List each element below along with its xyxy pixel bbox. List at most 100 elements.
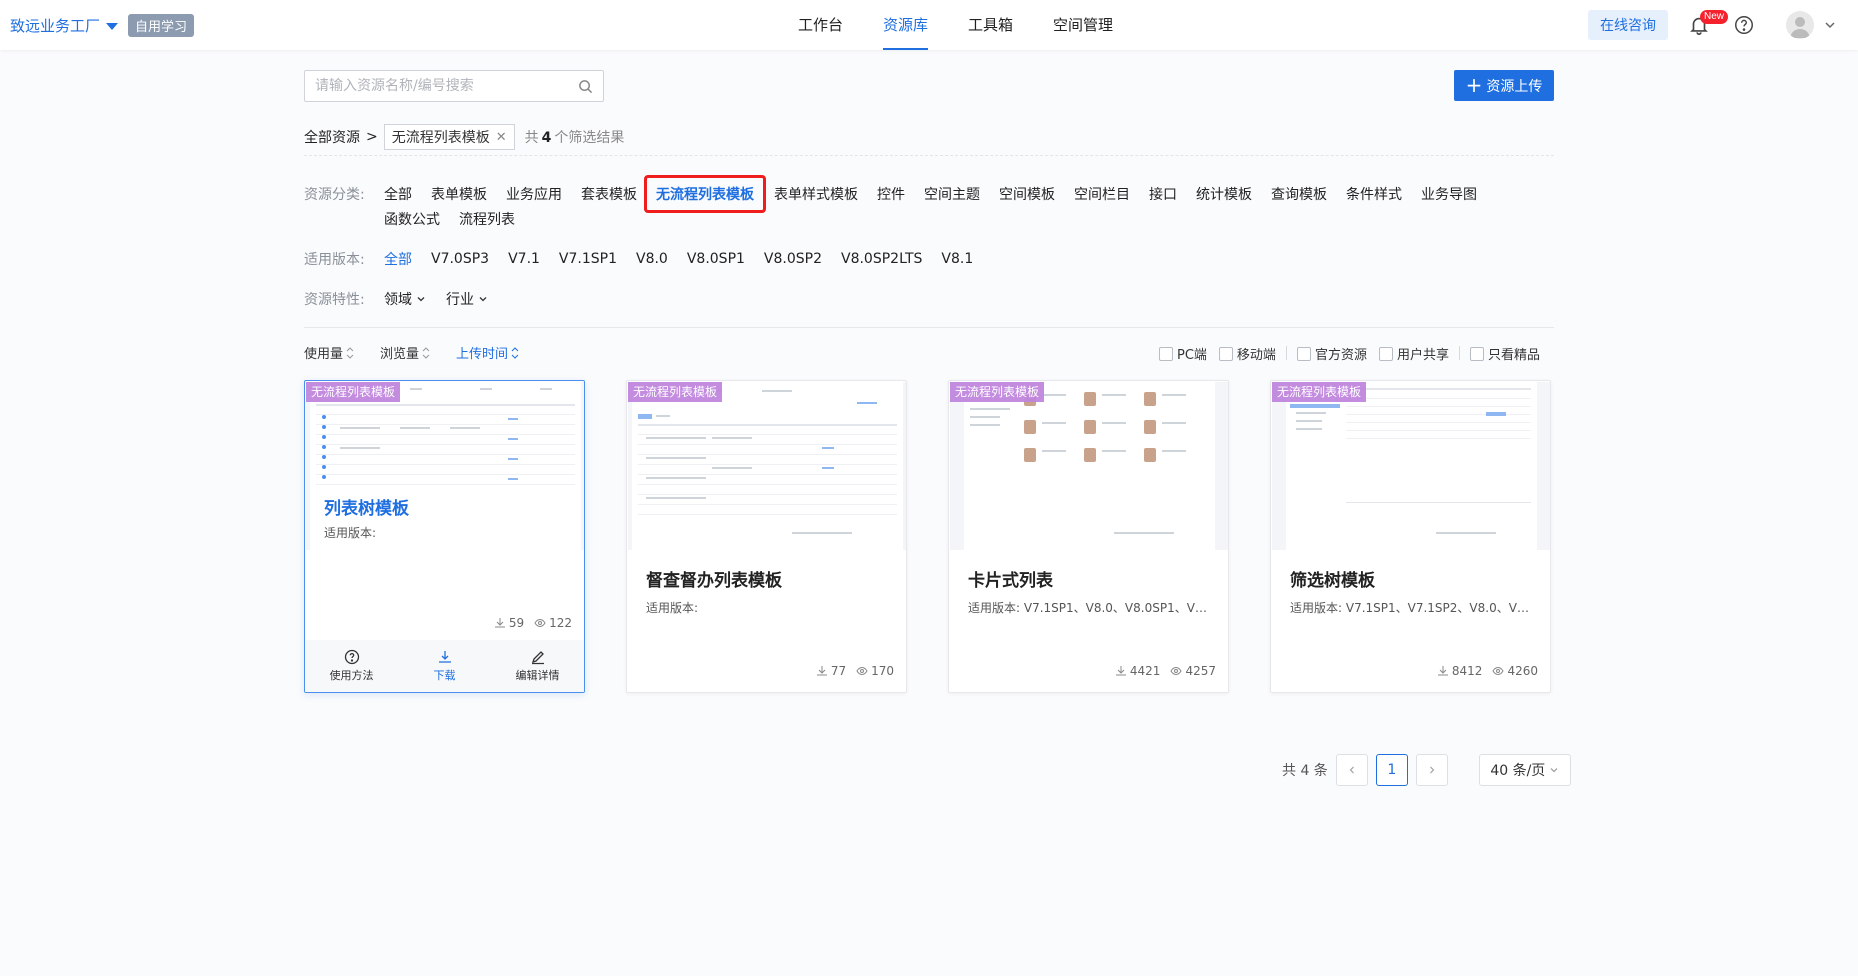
avatar[interactable]	[1786, 11, 1814, 39]
nav-toolbox[interactable]: 工具箱	[948, 0, 1033, 50]
card-title[interactable]: 列表树模板	[324, 494, 409, 519]
sort-upload-time[interactable]: 上传时间	[456, 343, 519, 362]
category-no-process-list-template[interactable]: 无流程列表模板	[644, 175, 766, 213]
help-icon[interactable]	[1733, 14, 1755, 36]
checkbox-official[interactable]: 官方资源	[1296, 344, 1367, 363]
download-button[interactable]: 下载	[398, 640, 491, 692]
download-count: 59	[494, 616, 524, 630]
main-nav: 工作台 资源库 工具箱 空间管理	[778, 0, 1133, 50]
page-button[interactable]: 1	[1375, 754, 1408, 786]
version-v80[interactable]: V8.0	[636, 251, 668, 267]
next-page-button[interactable]	[1415, 754, 1448, 786]
category-form-template[interactable]: 表单模板	[431, 184, 487, 204]
nav-space-management[interactable]: 空间管理	[1033, 0, 1133, 50]
category-space-template[interactable]: 空间模板	[999, 184, 1055, 204]
category-condition-style[interactable]: 条件样式	[1346, 184, 1402, 204]
prev-page-button[interactable]	[1335, 754, 1368, 786]
result-count-value: 4	[541, 130, 552, 146]
feature-label: 资源特性:	[304, 292, 365, 308]
view-count-value: 170	[871, 664, 894, 678]
version-v80sp2[interactable]: V8.0SP2	[764, 251, 822, 267]
checkbox[interactable]	[1218, 346, 1233, 361]
category-interface[interactable]: 接口	[1149, 184, 1177, 204]
checkbox-pc[interactable]: PC端	[1159, 344, 1207, 363]
category-control[interactable]: 控件	[877, 184, 905, 204]
divider	[1458, 346, 1460, 360]
category-stat-template[interactable]: 统计模板	[1196, 184, 1252, 204]
version-v81[interactable]: V8.1	[941, 251, 973, 267]
category-business-map[interactable]: 业务导图	[1421, 184, 1477, 204]
checkbox[interactable]	[1296, 346, 1311, 361]
resource-card[interactable]: 无流程列表模板 卡片式列表 适用版本: V7.1SP1、V8.0、V8.0SP1…	[948, 380, 1229, 693]
caret-down-icon[interactable]	[106, 23, 119, 30]
brand-switcher[interactable]: 致远业务工厂 自用学习	[10, 14, 195, 37]
version-v80sp2lts[interactable]: V8.0SP2LTS	[841, 251, 922, 267]
chevron-down-icon	[479, 297, 487, 302]
download-count: 4421	[1115, 664, 1160, 678]
version-v71sp1[interactable]: V7.1SP1	[559, 251, 617, 267]
view-count: 170	[856, 664, 894, 678]
sort-views-label: 浏览量	[380, 347, 420, 362]
filter-checkboxes: PC端 移动端 官方资源 用户共享 只看精品	[1159, 344, 1552, 363]
version-v80sp1[interactable]: V8.0SP1	[687, 251, 745, 267]
card-title[interactable]: 卡片式列表	[968, 566, 1053, 591]
category-function-formula[interactable]: 函数公式	[384, 209, 440, 229]
new-badge: New	[1700, 10, 1729, 24]
checkbox-user-shared[interactable]: 用户共享	[1378, 344, 1449, 363]
chevron-down-icon[interactable]	[1823, 18, 1837, 32]
online-consult-button[interactable]: 在线咨询	[1588, 10, 1668, 40]
resource-upload-button[interactable]: + 资源上传	[1454, 70, 1554, 101]
search-input[interactable]	[305, 71, 565, 101]
sort-usage-label: 使用量	[304, 347, 344, 362]
usage-guide-button[interactable]: 使用方法	[305, 640, 398, 692]
card-actions: 使用方法 下载 编辑详情	[305, 640, 584, 692]
feature-domain-dropdown[interactable]: 领域	[384, 289, 426, 309]
checkbox-pc-label: PC端	[1177, 348, 1207, 363]
category-all[interactable]: 全部	[384, 184, 412, 204]
version-all[interactable]: 全部	[384, 249, 412, 269]
brand-name[interactable]: 致远业务工厂	[10, 15, 100, 36]
view-count: 122	[534, 616, 572, 630]
version-v70sp3[interactable]: V7.0SP3	[431, 251, 489, 267]
category-process-list[interactable]: 流程列表	[459, 209, 515, 229]
sort-views[interactable]: 浏览量	[380, 343, 430, 362]
search-icon[interactable]	[578, 79, 593, 94]
card-title[interactable]: 筛选树模板	[1290, 566, 1375, 591]
search-box	[304, 70, 604, 102]
card-title[interactable]: 督查督办列表模板	[646, 566, 782, 591]
version-v71[interactable]: V7.1	[508, 251, 540, 267]
checkbox[interactable]	[1378, 346, 1393, 361]
breadcrumb-root[interactable]: 全部资源	[304, 127, 360, 147]
card-stats: 77 170	[816, 664, 894, 678]
feature-filter-row: 资源特性: 领域 行业	[304, 289, 508, 309]
checkbox[interactable]	[1159, 346, 1173, 361]
page-size-select[interactable]: 40 条/页	[1478, 754, 1571, 786]
category-business-app[interactable]: 业务应用	[506, 184, 562, 204]
checkbox-premium-only[interactable]: 只看精品	[1469, 344, 1540, 363]
resource-card[interactable]: 无流程列表模板 督查督办列表模板 适用版本: 77 170	[626, 380, 907, 693]
nav-resource-library[interactable]: 资源库	[863, 0, 948, 50]
category-form-style-template[interactable]: 表单样式模板	[774, 184, 858, 204]
checkbox-mobile[interactable]: 移动端	[1218, 344, 1276, 363]
pagination: 共 4 条 1 40 条/页	[1282, 754, 1571, 786]
resource-card[interactable]: 无流程列表模板 列表树模板 适用版本: 59 122 使用方法 下载 编辑详情	[304, 380, 585, 693]
nav-workbench[interactable]: 工作台	[778, 0, 863, 50]
category-space-column[interactable]: 空间栏目	[1074, 184, 1130, 204]
sort-usage[interactable]: 使用量	[304, 343, 354, 362]
filter-tag-label: 无流程列表模板	[391, 130, 490, 146]
category-space-theme[interactable]: 空间主题	[924, 184, 980, 204]
category-filter-row-2: 函数公式 流程列表	[304, 209, 534, 229]
checkbox[interactable]	[1469, 346, 1484, 361]
feature-industry-dropdown[interactable]: 行业	[446, 289, 488, 309]
category-query-template[interactable]: 查询模板	[1271, 184, 1327, 204]
resource-card[interactable]: 无流程列表模板 筛选树模板 适用版本: V7.1SP1、V7.1SP2、V8.0…	[1270, 380, 1551, 693]
close-icon[interactable]: ✕	[496, 130, 507, 145]
download-icon	[1115, 666, 1126, 676]
edit-details-button[interactable]: 编辑详情	[491, 640, 584, 692]
eye-icon	[856, 666, 868, 676]
eye-icon	[1492, 666, 1505, 676]
sort-bar: 使用量 浏览量 上传时间	[304, 343, 545, 362]
card-category-tag: 无流程列表模板	[628, 382, 723, 402]
sort-icon	[511, 346, 519, 359]
category-set-table[interactable]: 套表模板	[581, 184, 637, 204]
